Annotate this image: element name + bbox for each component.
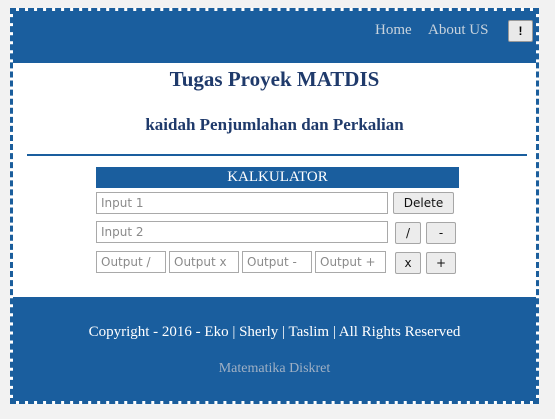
page-subtitle: kaidah Penjumlahan dan Perkalian	[145, 115, 404, 134]
divide-button[interactable]: /	[395, 222, 421, 244]
output-divide-field[interactable]	[96, 251, 166, 273]
multiply-button[interactable]: x	[395, 252, 421, 274]
subtract-button[interactable]: -	[426, 222, 456, 244]
add-button[interactable]: +	[426, 252, 456, 274]
delete-button[interactable]: Delete	[393, 192, 454, 214]
footer-link[interactable]: Matematika Diskret	[13, 361, 536, 377]
output-multiply-field[interactable]	[169, 251, 239, 273]
copyright-text: Copyright - 2016 - Eko | Sherly | Taslim…	[88, 324, 461, 340]
info-button[interactable]: !	[508, 20, 533, 42]
calculator-header: KALKULATOR	[96, 167, 459, 188]
output-subtract-field[interactable]	[242, 251, 312, 273]
output-add-field[interactable]	[315, 251, 386, 273]
input-2-field[interactable]	[96, 221, 388, 243]
page-frame: Home About US ! Tugas Proyek MATDIS kaid…	[10, 8, 539, 404]
input-1-field[interactable]	[96, 192, 388, 214]
nav-about-link[interactable]: About US	[428, 22, 488, 39]
nav-home-link[interactable]: Home	[375, 22, 412, 39]
page-title: Tugas Proyek MATDIS	[169, 67, 380, 91]
top-navbar: Home About US !	[13, 11, 536, 63]
header-divider	[27, 154, 527, 156]
footer: Copyright - 2016 - Eko | Sherly | Taslim…	[13, 297, 536, 401]
